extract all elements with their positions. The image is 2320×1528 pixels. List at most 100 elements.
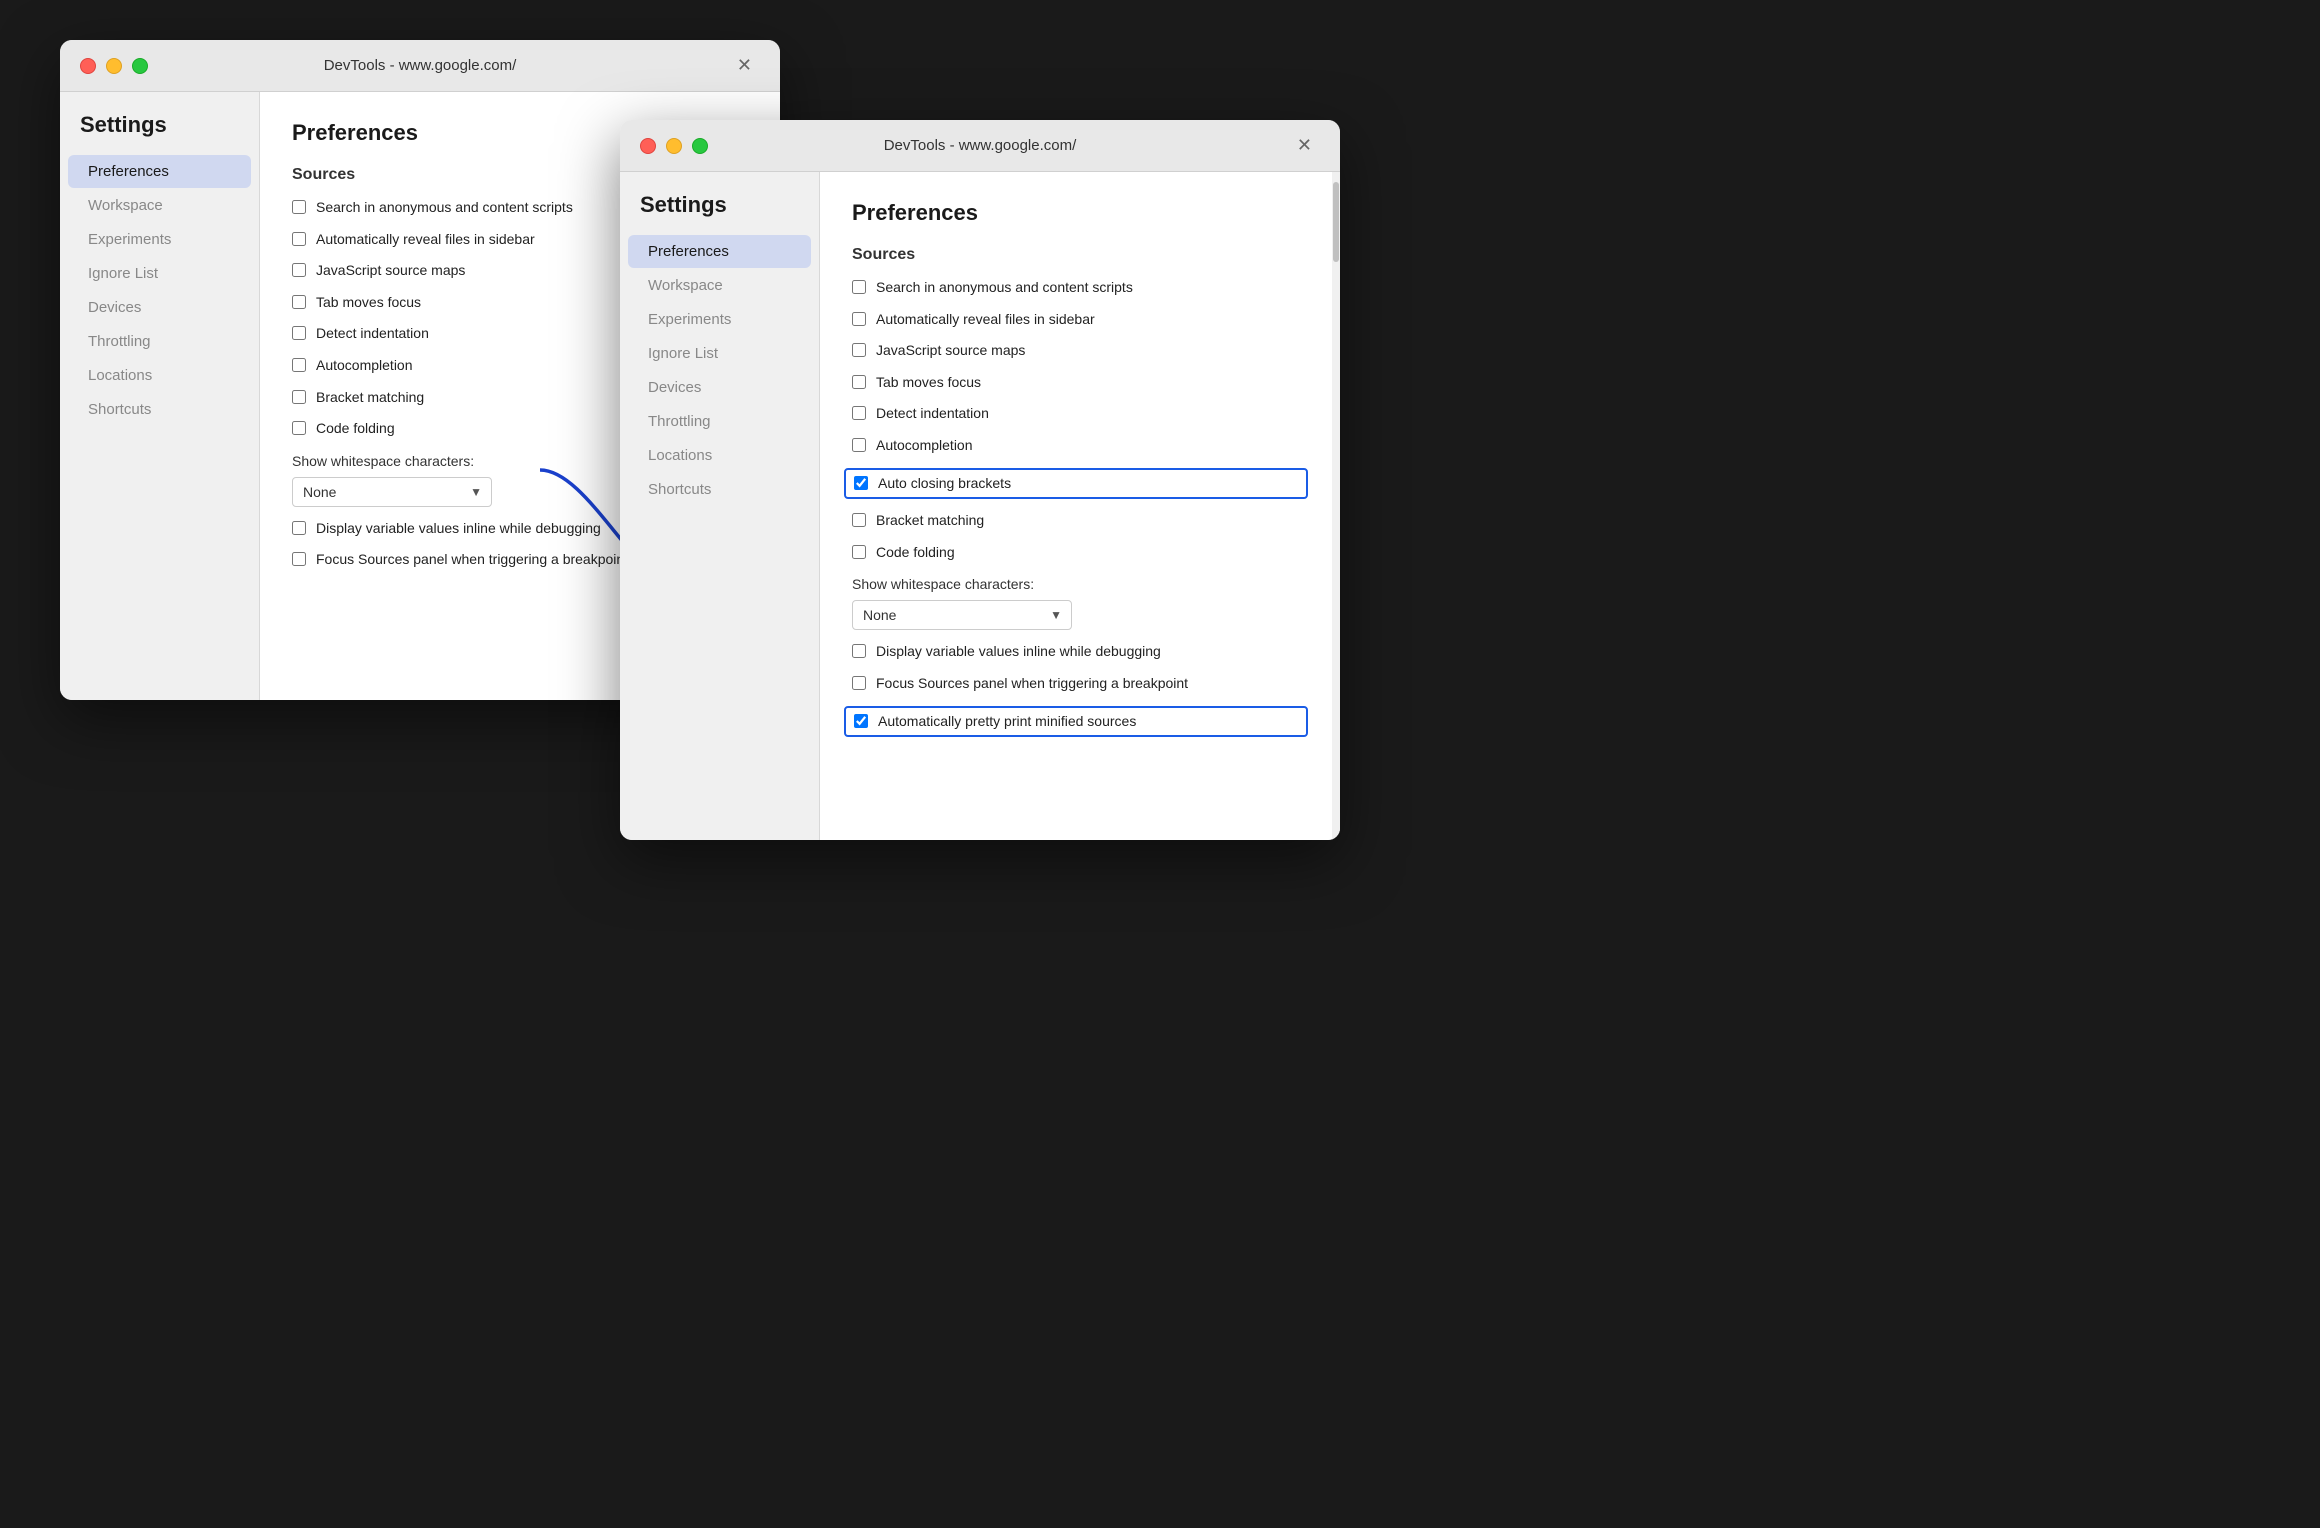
checkbox-label-sourcemaps-2: JavaScript source maps: [876, 341, 1025, 361]
scrollbar-thumb-2[interactable]: [1333, 182, 1339, 262]
checkbox-input-codefolding-1[interactable]: [292, 421, 306, 435]
checkbox-label-displayvar-2: Display variable values inline while deb…: [876, 642, 1161, 662]
checkbox-focussources-2: Focus Sources panel when triggering a br…: [852, 674, 1308, 694]
checkbox-input-autocomp-1[interactable]: [292, 358, 306, 372]
checkbox-prettyprint-2: Automatically pretty print minified sour…: [844, 706, 1308, 738]
traffic-lights-2: [640, 138, 708, 154]
checkbox-input-sourcemaps-2[interactable]: [852, 343, 866, 357]
sidebar-item-experiments-1[interactable]: Experiments: [68, 223, 251, 256]
sidebar-item-locations-1[interactable]: Locations: [68, 359, 251, 392]
checkbox-label-autocomp-2: Autocompletion: [876, 436, 973, 456]
sidebar-item-devices-2[interactable]: Devices: [628, 371, 811, 404]
checkbox-input-tabfocus-1[interactable]: [292, 295, 306, 309]
checkbox-input-bracketmatch-2[interactable]: [852, 513, 866, 527]
sidebar-item-preferences-1[interactable]: Preferences: [68, 155, 251, 188]
checkbox-input-anonymous-2[interactable]: [852, 280, 866, 294]
sidebar-item-shortcuts-2[interactable]: Shortcuts: [628, 473, 811, 506]
sidebar-item-devices-1[interactable]: Devices: [68, 291, 251, 324]
whitespace-select-wrapper-1: None All Trailing ▼: [292, 477, 492, 507]
sidebar-item-ignorelist-2[interactable]: Ignore List: [628, 337, 811, 370]
sidebar-item-workspace-1[interactable]: Workspace: [68, 189, 251, 222]
checkbox-label-sourcemaps-1: JavaScript source maps: [316, 261, 465, 281]
checkbox-input-indent-2[interactable]: [852, 406, 866, 420]
whitespace-select-wrapper-2: None All Trailing ▼: [852, 600, 1072, 630]
checkbox-input-tabfocus-2[interactable]: [852, 375, 866, 389]
checkbox-input-prettyprint-2[interactable]: [854, 714, 868, 728]
content-area-2: Preferences Sources Search in anonymous …: [820, 172, 1340, 840]
close-icon-1[interactable]: ✕: [729, 51, 760, 80]
sidebar-item-workspace-2[interactable]: Workspace: [628, 269, 811, 302]
checkbox-label-prettyprint-2: Automatically pretty print minified sour…: [878, 712, 1136, 732]
checkbox-label-focussources-2: Focus Sources panel when triggering a br…: [876, 674, 1188, 694]
checkbox-input-reveal-1[interactable]: [292, 232, 306, 246]
whitespace-select-2[interactable]: None All Trailing: [852, 600, 1072, 630]
sidebar-item-locations-2[interactable]: Locations: [628, 439, 811, 472]
checkbox-tabfocus-2: Tab moves focus: [852, 373, 1308, 393]
checkbox-input-displayvar-2[interactable]: [852, 644, 866, 658]
checkbox-bracketmatch-2: Bracket matching: [852, 511, 1308, 531]
checkbox-input-focussources-1[interactable]: [292, 552, 306, 566]
checkbox-label-codefolding-1: Code folding: [316, 419, 395, 439]
scrollbar-track-2: [1332, 172, 1340, 840]
checkbox-label-tabfocus-1: Tab moves focus: [316, 293, 421, 313]
close-icon-2[interactable]: ✕: [1289, 131, 1320, 160]
sidebar-item-experiments-2[interactable]: Experiments: [628, 303, 811, 336]
checkbox-label-tabfocus-2: Tab moves focus: [876, 373, 981, 393]
window-title-1: DevTools - www.google.com/: [324, 57, 517, 74]
checkbox-label-autoclosing-2: Auto closing brackets: [878, 474, 1011, 494]
close-button-2[interactable]: [640, 138, 656, 154]
window-2: DevTools - www.google.com/ ✕ Settings Pr…: [620, 120, 1340, 840]
checkbox-label-indent-1: Detect indentation: [316, 324, 429, 344]
checkbox-label-bracket-1: Bracket matching: [316, 388, 424, 408]
checkbox-label-reveal-1: Automatically reveal files in sidebar: [316, 230, 535, 250]
titlebar-2: DevTools - www.google.com/ ✕: [620, 120, 1340, 172]
sidebar-1: Settings Preferences Workspace Experimen…: [60, 92, 260, 700]
checkbox-displayvar-2: Display variable values inline while deb…: [852, 642, 1308, 662]
window-title-2: DevTools - www.google.com/: [884, 137, 1077, 154]
checkbox-label-focussources-1: Focus Sources panel when triggering a br…: [316, 550, 628, 570]
sidebar-item-ignorelist-1[interactable]: Ignore List: [68, 257, 251, 290]
checkbox-input-bracket-1[interactable]: [292, 390, 306, 404]
settings-body-2: Settings Preferences Workspace Experimen…: [620, 172, 1340, 840]
checkbox-indent-2: Detect indentation: [852, 404, 1308, 424]
checkbox-autocomp-2: Autocompletion: [852, 436, 1308, 456]
checkbox-input-autocomp-2[interactable]: [852, 438, 866, 452]
checkbox-reveal-2: Automatically reveal files in sidebar: [852, 310, 1308, 330]
checkbox-input-indent-1[interactable]: [292, 326, 306, 340]
checkbox-autoclosing-2: Auto closing brackets: [844, 468, 1308, 500]
checkbox-codefolding-2: Code folding: [852, 543, 1308, 563]
checkbox-label-autocomp-1: Autocompletion: [316, 356, 413, 376]
minimize-button-2[interactable]: [666, 138, 682, 154]
checkbox-input-focussources-2[interactable]: [852, 676, 866, 690]
checkbox-input-anonymous-1[interactable]: [292, 200, 306, 214]
minimize-button-1[interactable]: [106, 58, 122, 74]
checkbox-label-anonymous-1: Search in anonymous and content scripts: [316, 198, 573, 218]
checkbox-label-bracketmatch-2: Bracket matching: [876, 511, 984, 531]
sidebar-item-throttling-1[interactable]: Throttling: [68, 325, 251, 358]
whitespace-select-1[interactable]: None All Trailing: [292, 477, 492, 507]
maximize-button-1[interactable]: [132, 58, 148, 74]
sidebar-title-2: Settings: [620, 192, 819, 234]
checkbox-label-indent-2: Detect indentation: [876, 404, 989, 424]
checkbox-input-codefolding-2[interactable]: [852, 545, 866, 559]
sidebar-item-preferences-2[interactable]: Preferences: [628, 235, 811, 268]
sidebar-item-shortcuts-1[interactable]: Shortcuts: [68, 393, 251, 426]
titlebar-1: DevTools - www.google.com/ ✕: [60, 40, 780, 92]
checkbox-label-codefolding-2: Code folding: [876, 543, 955, 563]
checkbox-input-reveal-2[interactable]: [852, 312, 866, 326]
checkbox-input-autoclosing-2[interactable]: [854, 476, 868, 490]
maximize-button-2[interactable]: [692, 138, 708, 154]
checkbox-label-anonymous-2: Search in anonymous and content scripts: [876, 278, 1133, 298]
checkbox-label-reveal-2: Automatically reveal files in sidebar: [876, 310, 1095, 330]
checkbox-sourcemaps-2: JavaScript source maps: [852, 341, 1308, 361]
checkbox-label-displayvar-1: Display variable values inline while deb…: [316, 519, 601, 539]
section-title-2: Sources: [852, 246, 1308, 264]
checkbox-anonymous-2: Search in anonymous and content scripts: [852, 278, 1308, 298]
sidebar-title-1: Settings: [60, 112, 259, 154]
checkbox-input-displayvar-1[interactable]: [292, 521, 306, 535]
sidebar-2: Settings Preferences Workspace Experimen…: [620, 172, 820, 840]
close-button-1[interactable]: [80, 58, 96, 74]
traffic-lights-1: [80, 58, 148, 74]
sidebar-item-throttling-2[interactable]: Throttling: [628, 405, 811, 438]
checkbox-input-sourcemaps-1[interactable]: [292, 263, 306, 277]
